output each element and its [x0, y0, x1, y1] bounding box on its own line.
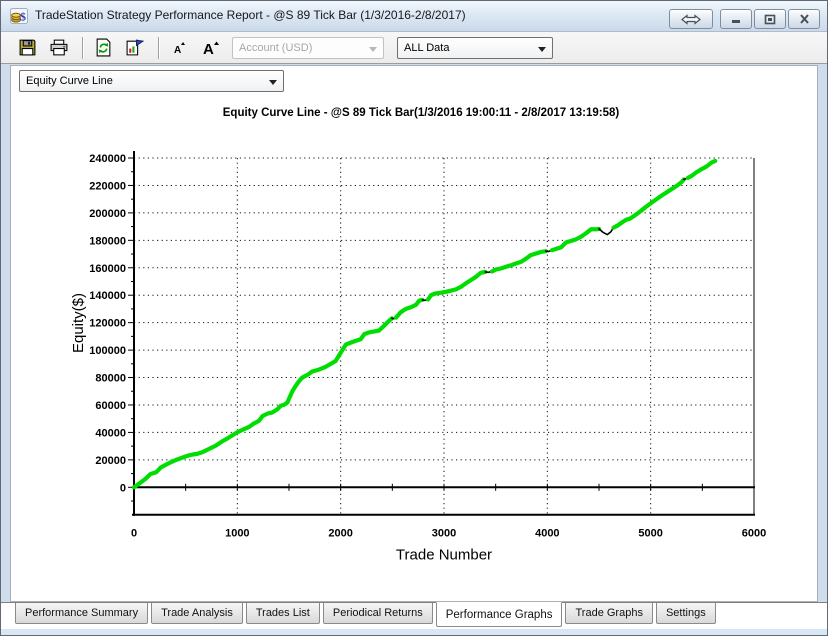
dropdown-arrow-icon — [369, 47, 377, 52]
tab-settings[interactable]: Settings — [656, 603, 716, 624]
save-button[interactable] — [13, 34, 41, 62]
equity-curve-line — [134, 318, 392, 487]
dropdown-arrow-icon — [269, 80, 277, 85]
svg-text:A: A — [203, 41, 214, 57]
x-axis-title: Trade Number — [396, 547, 492, 564]
svg-text:A: A — [174, 45, 181, 56]
x-tick-label: 3000 — [432, 528, 456, 540]
data-range-dropdown[interactable]: ALL Data — [397, 37, 553, 59]
x-tick-label: 5000 — [638, 528, 662, 540]
close-button[interactable] — [788, 9, 820, 29]
restore-button[interactable] — [754, 9, 786, 29]
font-decrease-icon: A — [170, 39, 188, 57]
y-tick-label: 0 — [120, 482, 126, 494]
equity-curve-chart: 0200004000060000800001000001200001400001… — [1, 101, 828, 571]
tradestation-icon: $ — [10, 7, 28, 25]
account-dropdown[interactable]: Account (USD) — [232, 37, 384, 59]
double-arrow-icon — [681, 14, 701, 25]
y-tick-label: 140000 — [89, 290, 126, 302]
svg-text:$: $ — [20, 10, 26, 24]
y-tick-label: 20000 — [95, 455, 126, 467]
x-tick-label: 0 — [131, 528, 137, 540]
font-increase-button[interactable]: A — [197, 34, 225, 62]
tab-periodical-returns[interactable]: Periodical Returns — [323, 603, 433, 624]
tab-performance-graphs[interactable]: Performance Graphs — [436, 602, 563, 627]
print-button[interactable] — [45, 34, 73, 62]
x-tick-label: 1000 — [225, 528, 249, 540]
close-icon — [799, 14, 810, 24]
y-tick-label: 240000 — [89, 153, 126, 165]
refresh-button[interactable] — [89, 34, 117, 62]
tab-trades-list[interactable]: Trades List — [246, 603, 320, 624]
graph-type-dropdown-value: Equity Curve Line — [26, 75, 113, 87]
restore-icon — [764, 14, 776, 25]
y-tick-label: 80000 — [95, 373, 126, 385]
dropdown-arrow-icon — [538, 47, 546, 52]
equity-curve-line — [396, 300, 422, 318]
data-range-dropdown-value: ALL Data — [404, 42, 449, 54]
title-bar: $ TradeStation Strategy Performance Repo… — [1, 1, 827, 32]
y-tick-label: 40000 — [95, 427, 126, 439]
y-tick-label: 180000 — [89, 235, 126, 247]
y-tick-label: 100000 — [89, 345, 126, 357]
y-tick-label: 160000 — [89, 263, 126, 275]
float-window-button[interactable] — [669, 9, 713, 29]
tab-trade-analysis[interactable]: Trade Analysis — [151, 603, 243, 624]
toolbar-separator — [82, 37, 84, 59]
y-tick-label: 200000 — [89, 208, 126, 220]
y-tick-label: 60000 — [95, 400, 126, 412]
report-tab-bar: Performance SummaryTrade AnalysisTrades … — [1, 602, 827, 630]
toolbar-separator — [158, 37, 160, 59]
equity-curve-line — [492, 251, 546, 271]
equity-curve-line — [688, 161, 715, 178]
graph-type-dropdown[interactable]: Equity Curve Line — [19, 70, 284, 92]
toolbar: A A Account (USD) ALL Data — [1, 32, 827, 64]
format-icon — [125, 38, 145, 57]
equity-curve-line — [614, 180, 684, 228]
minimize-icon — [730, 14, 742, 24]
x-tick-label: 2000 — [328, 528, 352, 540]
font-increase-icon: A — [201, 39, 221, 57]
font-decrease-button[interactable]: A — [165, 34, 193, 62]
equity-curve-line — [552, 229, 599, 250]
window-bottom-strip — [1, 629, 827, 635]
window-title: TradeStation Strategy Performance Report… — [35, 8, 466, 22]
tradestation-report-window: $ TradeStation Strategy Performance Repo… — [0, 0, 828, 636]
y-tick-label: 220000 — [89, 180, 126, 192]
account-dropdown-value: Account (USD) — [239, 42, 312, 54]
x-tick-label: 6000 — [742, 528, 766, 540]
refresh-icon — [94, 38, 113, 57]
y-axis-title: Equity($) — [70, 293, 87, 353]
tab-performance-summary[interactable]: Performance Summary — [15, 603, 148, 624]
x-tick-label: 4000 — [535, 528, 559, 540]
print-icon — [49, 38, 69, 57]
drawdown-segment — [599, 228, 614, 235]
window-controls — [669, 9, 820, 29]
tab-trade-graphs[interactable]: Trade Graphs — [565, 603, 652, 624]
y-tick-label: 120000 — [89, 318, 126, 330]
format-report-button[interactable] — [121, 34, 149, 62]
minimize-button[interactable] — [720, 9, 752, 29]
save-icon — [18, 38, 37, 57]
